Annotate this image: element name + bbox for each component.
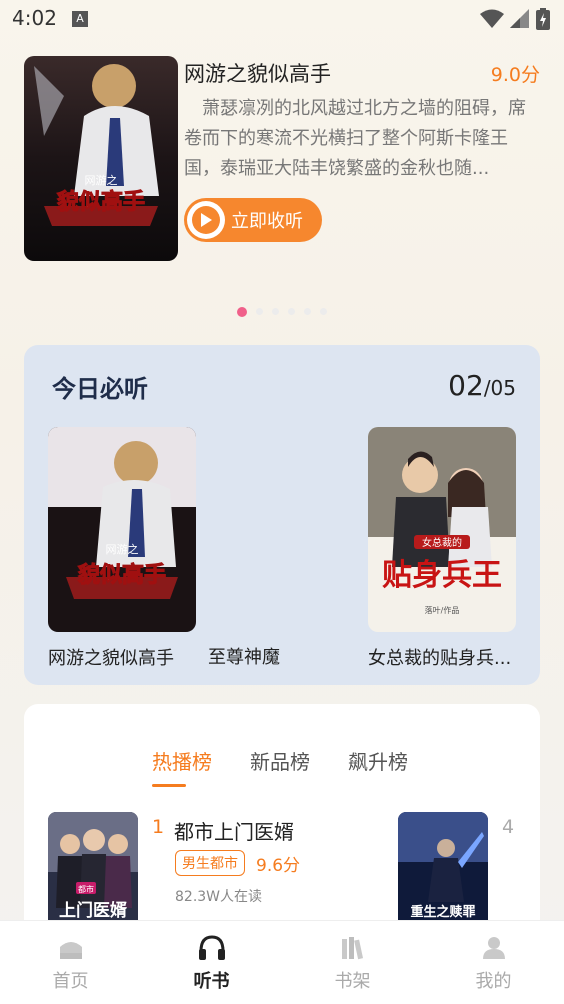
- hero-book-title[interactable]: 网游之貌似高手: [184, 58, 331, 88]
- nav-label: 书架: [334, 971, 371, 992]
- status-icons: [480, 8, 550, 30]
- bookshelf-icon: [341, 937, 363, 960]
- rank-number: 1: [152, 816, 165, 838]
- cover-art-image: 都市 上门医婿: [48, 812, 138, 932]
- cover-text-big: 贴身兵王: [382, 558, 502, 593]
- nav-home[interactable]: 首页: [0, 921, 141, 1004]
- nav-label: 首页: [52, 971, 89, 992]
- play-icon: [187, 201, 225, 239]
- headphones-icon: [198, 935, 225, 960]
- cover-text-big: 貌似高手: [77, 562, 166, 588]
- nav-profile[interactable]: 我的: [423, 921, 564, 1004]
- cover-text-small: 女总裁的: [422, 536, 462, 549]
- listen-now-label: 立即收听: [231, 211, 303, 232]
- battery-icon: [536, 8, 550, 30]
- carousel-indicator: [237, 307, 327, 317]
- genre-tag: 男生都市: [175, 850, 245, 876]
- rank-number: 4: [502, 816, 515, 838]
- home-icon: [59, 942, 82, 959]
- cover-art-image: 网游之 貌似高手: [24, 56, 178, 261]
- rank-book-score: 9.6分: [256, 856, 301, 876]
- book-name[interactable]: 女总裁的贴身兵...: [368, 644, 516, 670]
- nav-listen[interactable]: 听书: [141, 921, 282, 1004]
- today-book-item[interactable]: 网游之 貌似高手 网游之貌似高手: [48, 427, 196, 670]
- cover-text-small: 网游之: [106, 542, 139, 556]
- cover-text-big: 貌似高手: [56, 189, 145, 215]
- cover-art-image: 重生之赎罪: [398, 812, 488, 932]
- tab-rising[interactable]: 飙升榜: [348, 746, 408, 775]
- cover-art-image: 女总裁的 贴身兵王 落叶/作品: [368, 427, 516, 632]
- rank-book-cover[interactable]: 重生之赎罪: [398, 812, 488, 932]
- book-cover[interactable]: 网游之 貌似高手: [48, 427, 196, 632]
- profile-icon: [482, 937, 505, 959]
- section-title: 今日必听: [52, 374, 148, 403]
- tab-new[interactable]: 新品榜: [250, 746, 310, 775]
- nav-bookshelf[interactable]: 书架: [282, 921, 423, 1004]
- carousel-dot[interactable]: [237, 307, 247, 317]
- rank-book-name[interactable]: 都市上门医婿: [174, 816, 294, 845]
- today-book-item[interactable]: 女总裁的 贴身兵王 落叶/作品 女总裁的贴身兵...: [368, 427, 516, 670]
- bottom-navigation: 首页 听书 书架 我的: [0, 920, 564, 1004]
- reader-count: 82.3W人在读: [175, 889, 263, 905]
- cover-text-big: 重生之赎罪: [410, 904, 475, 920]
- carousel-dot[interactable]: [256, 308, 263, 315]
- hero-book-score: 9.0分: [490, 64, 540, 86]
- nav-label: 我的: [475, 971, 512, 992]
- carousel-dot[interactable]: [272, 308, 279, 315]
- cover-author: 落叶/作品: [425, 605, 460, 615]
- book-name[interactable]: 至尊神魔: [208, 643, 280, 669]
- page-indicator: 02/05: [448, 369, 516, 402]
- today-must-listen-section: 今日必听 02/05 网游之 貌似高手 网游之貌似高手 至尊神魔 女总裁的 贴身…: [24, 345, 540, 685]
- rank-tabs: 热播榜 新品榜 飙升榜: [152, 746, 408, 787]
- cover-text-small: 网游之: [85, 173, 118, 187]
- status-time: 4:02: [12, 6, 57, 30]
- cover-text-big: 上门医婿: [59, 900, 127, 921]
- listen-now-button[interactable]: 立即收听: [184, 198, 322, 242]
- rank-book-cover[interactable]: 都市 上门医婿: [48, 812, 138, 932]
- notification-icon: A: [72, 11, 88, 27]
- hero-book-cover[interactable]: 网游之 貌似高手: [24, 56, 178, 261]
- signal-icon: [510, 9, 529, 28]
- status-bar: 4:02 A: [0, 0, 564, 38]
- book-cover[interactable]: 女总裁的 贴身兵王 落叶/作品: [368, 427, 516, 632]
- carousel-dot[interactable]: [304, 308, 311, 315]
- page-current: 02: [448, 369, 484, 402]
- tab-hot[interactable]: 热播榜: [152, 746, 212, 787]
- nav-label: 听书: [193, 971, 230, 992]
- page-total: /05: [483, 376, 516, 400]
- cover-text-small: 都市: [78, 884, 94, 894]
- hero-book-description: 萧瑟凛冽的北风越过北方之墙的阻碍，席卷而下的寒流不光横扫了整个阿斯卡隆王国，泰瑞…: [184, 98, 526, 179]
- cover-art-image: 网游之 貌似高手: [48, 427, 196, 632]
- carousel-dot[interactable]: [320, 308, 327, 315]
- wifi-icon: [480, 9, 504, 28]
- carousel-dot[interactable]: [288, 308, 295, 315]
- book-name[interactable]: 网游之貌似高手: [48, 644, 196, 670]
